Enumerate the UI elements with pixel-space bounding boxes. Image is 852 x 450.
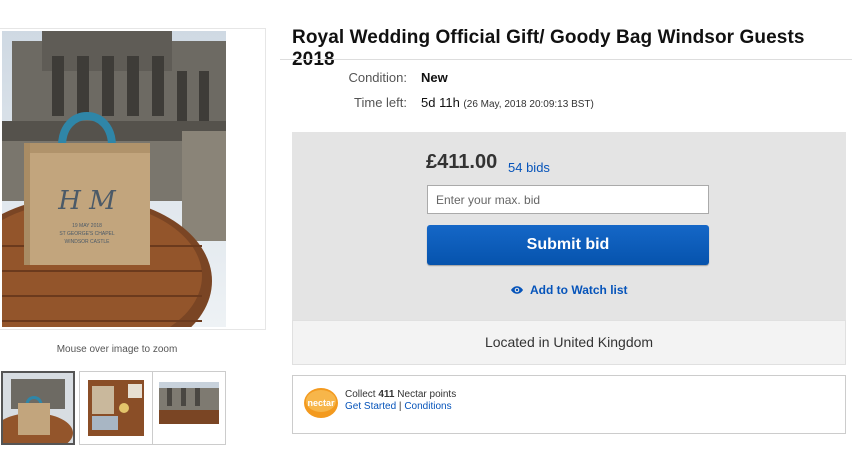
svg-text:19 MAY 2018: 19 MAY 2018 [72, 223, 102, 229]
thumbnail-2[interactable] [79, 371, 153, 445]
thumbnail-1[interactable] [1, 371, 75, 445]
svg-text:H M: H M [57, 186, 117, 216]
main-image-frame[interactable]: H M 19 MAY 2018 ST GEORGE'S CHAPEL WINDS… [0, 28, 266, 330]
zoom-hint: Mouse over image to zoom [56, 344, 178, 355]
condition-value: New [421, 70, 448, 85]
nectar-collect-suffix: Nectar points [397, 389, 457, 400]
thumbnail-3[interactable] [152, 371, 226, 445]
svg-text:ST GEORGE'S CHAPEL: ST GEORGE'S CHAPEL [59, 231, 115, 237]
nectar-points: 411 [378, 389, 395, 400]
title-divider [280, 59, 852, 60]
listing-title: Royal Wedding Official Gift/ Goody Bag W… [292, 27, 805, 70]
bid-count-link[interactable]: 54 bids [508, 160, 550, 175]
time-left: 5d 11h (26 May, 2018 20:09:13 BST) [421, 95, 594, 110]
location-panel: Located in United Kingdom [292, 320, 846, 365]
get-started-link[interactable]: Get Started [345, 401, 396, 412]
end-datetime: (26 May, 2018 20:09:13 BST) [463, 99, 594, 110]
nectar-panel: nectar Collect 411 Nectar points Get Sta… [292, 375, 846, 434]
watchlist-label: Add to Watch list [530, 283, 628, 297]
item-location: Located in United Kingdom [484, 334, 654, 350]
svg-text:nectar: nectar [307, 398, 335, 408]
conditions-link[interactable]: Conditions [404, 401, 451, 412]
nectar-logo: nectar [304, 388, 338, 418]
nectar-collect-line: Collect 411 Nectar points [345, 389, 456, 401]
time-left-label: Time left: [354, 95, 407, 110]
add-to-watchlist-link[interactable]: Add to Watch list [510, 283, 628, 297]
nectar-collect-prefix: Collect [345, 389, 376, 400]
condition-label: Condition: [348, 70, 407, 85]
nectar-links: Get Started | Conditions [345, 401, 456, 413]
eye-icon [511, 286, 523, 294]
main-product-photo[interactable]: H M 19 MAY 2018 ST GEORGE'S CHAPEL WINDS… [2, 31, 226, 327]
time-left-value: 5d 11h [421, 95, 460, 110]
current-price: £411.00 [426, 151, 498, 173]
nectar-info: Collect 411 Nectar points Get Started | … [345, 389, 456, 413]
svg-text:WINDSOR CASTLE: WINDSOR CASTLE [64, 239, 110, 245]
max-bid-input[interactable] [427, 185, 709, 214]
bid-panel: £411.00 54 bids Submit bid Add to Watch … [292, 132, 846, 320]
submit-bid-button[interactable]: Submit bid [427, 225, 709, 265]
link-separator: | [398, 401, 402, 412]
